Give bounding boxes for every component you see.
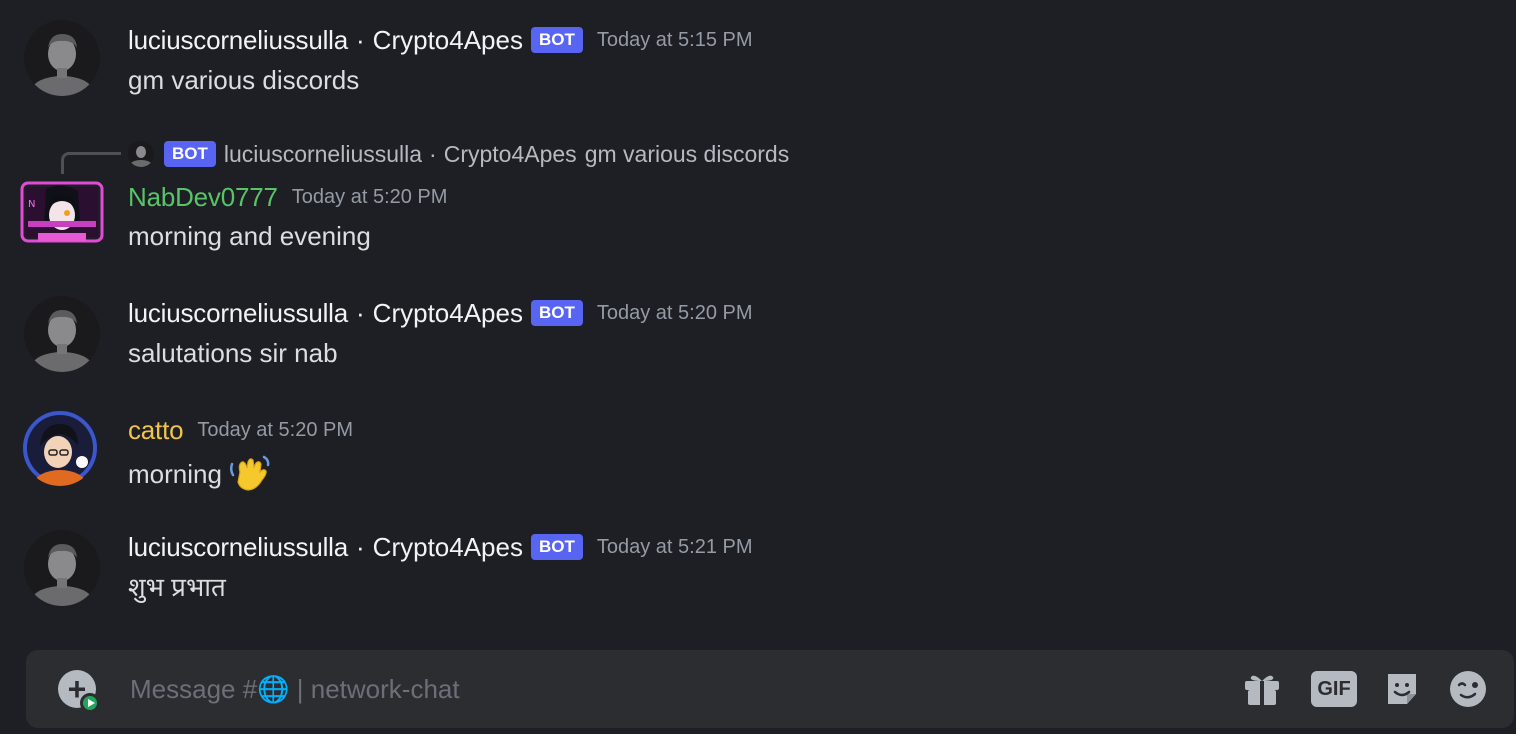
username[interactable]: NabDev0777 [128,182,278,213]
message-list: luciuscorneliussulla · Crypto4Apes BOT T… [0,0,1516,650]
svg-text:N: N [28,199,35,210]
reply-server-tag: Crypto4Apes [443,140,577,167]
username[interactable]: luciuscorneliussulla [128,25,348,56]
message-text: gm various discords [128,65,360,95]
reply-avatar [128,141,154,167]
timestamp: Today at 5:21 PM [596,535,753,558]
message-text: salutations sir nab [128,338,338,368]
message-body: morning [128,454,270,494]
message-text: शुभ प्रभात [128,572,226,602]
message-header: NabDev0777 Today at 5:20 PM [128,181,447,213]
separator-dot: · [356,531,365,562]
statue-avatar-icon [128,141,154,167]
message-text: morning and evening [128,221,371,251]
bot-badge: BOT [530,534,583,560]
avatar[interactable] [24,296,100,372]
message-header: luciuscorneliussulla · Crypto4Apes BOT T… [128,297,753,329]
message-composer: + GIF [26,650,1514,728]
message-header: luciuscorneliussulla · Crypto4Apes BOT T… [128,531,753,563]
waving-hand-icon [229,455,270,491]
avatar[interactable] [24,20,100,96]
statue-avatar-icon [24,296,100,372]
bot-badge: BOT [530,27,583,53]
gift-icon[interactable] [1242,670,1282,708]
emoji-icon[interactable] [1448,670,1488,708]
separator-dot: · [356,24,365,55]
play-badge-icon [80,693,100,713]
timestamp: Today at 5:20 PM [197,418,354,441]
gift-icon-svg [1245,675,1279,705]
reply-username[interactable]: luciuscorneliussulla [224,141,422,168]
cat-boy-avatar-icon [22,410,98,486]
username[interactable]: catto [128,415,184,446]
avatar[interactable]: N [20,177,104,253]
username[interactable]: luciuscorneliussulla [128,298,348,329]
timestamp: Today at 5:20 PM [291,185,448,208]
separator-dot: · [356,297,365,328]
server-tag[interactable]: Crypto4Apes [373,532,523,563]
sticker-icon-svg [1388,674,1416,704]
sticker-icon[interactable] [1382,670,1422,708]
bot-badge: BOT [530,300,583,326]
waving-hand-emoji-icon[interactable] [228,454,270,494]
message-input[interactable] [128,650,1208,728]
server-tag[interactable]: Crypto4Apes [373,25,523,56]
statue-avatar-icon [24,20,100,96]
anime-avatar-icon: N [20,177,104,253]
avatar[interactable] [22,410,98,486]
bot-badge: BOT [164,141,216,167]
server-tag[interactable]: Crypto4Apes [373,298,523,329]
message-text: morning [128,459,222,489]
gif-button[interactable]: GIF [1311,671,1357,707]
message-header: luciuscorneliussulla · Crypto4Apes BOT T… [128,24,753,56]
reply-preview[interactable]: BOT luciuscorneliussulla · Crypto4Apes g… [128,139,789,169]
reply-spine [61,152,121,174]
avatar[interactable] [24,530,100,606]
username[interactable]: luciuscorneliussulla [128,532,348,563]
message-header: catto Today at 5:20 PM [128,414,353,446]
timestamp: Today at 5:20 PM [596,301,753,324]
winking-face-icon [1450,671,1486,707]
timestamp: Today at 5:15 PM [596,28,753,51]
separator-dot: · [429,140,437,167]
statue-avatar-icon [24,530,100,606]
reply-text: gm various discords [584,140,790,167]
